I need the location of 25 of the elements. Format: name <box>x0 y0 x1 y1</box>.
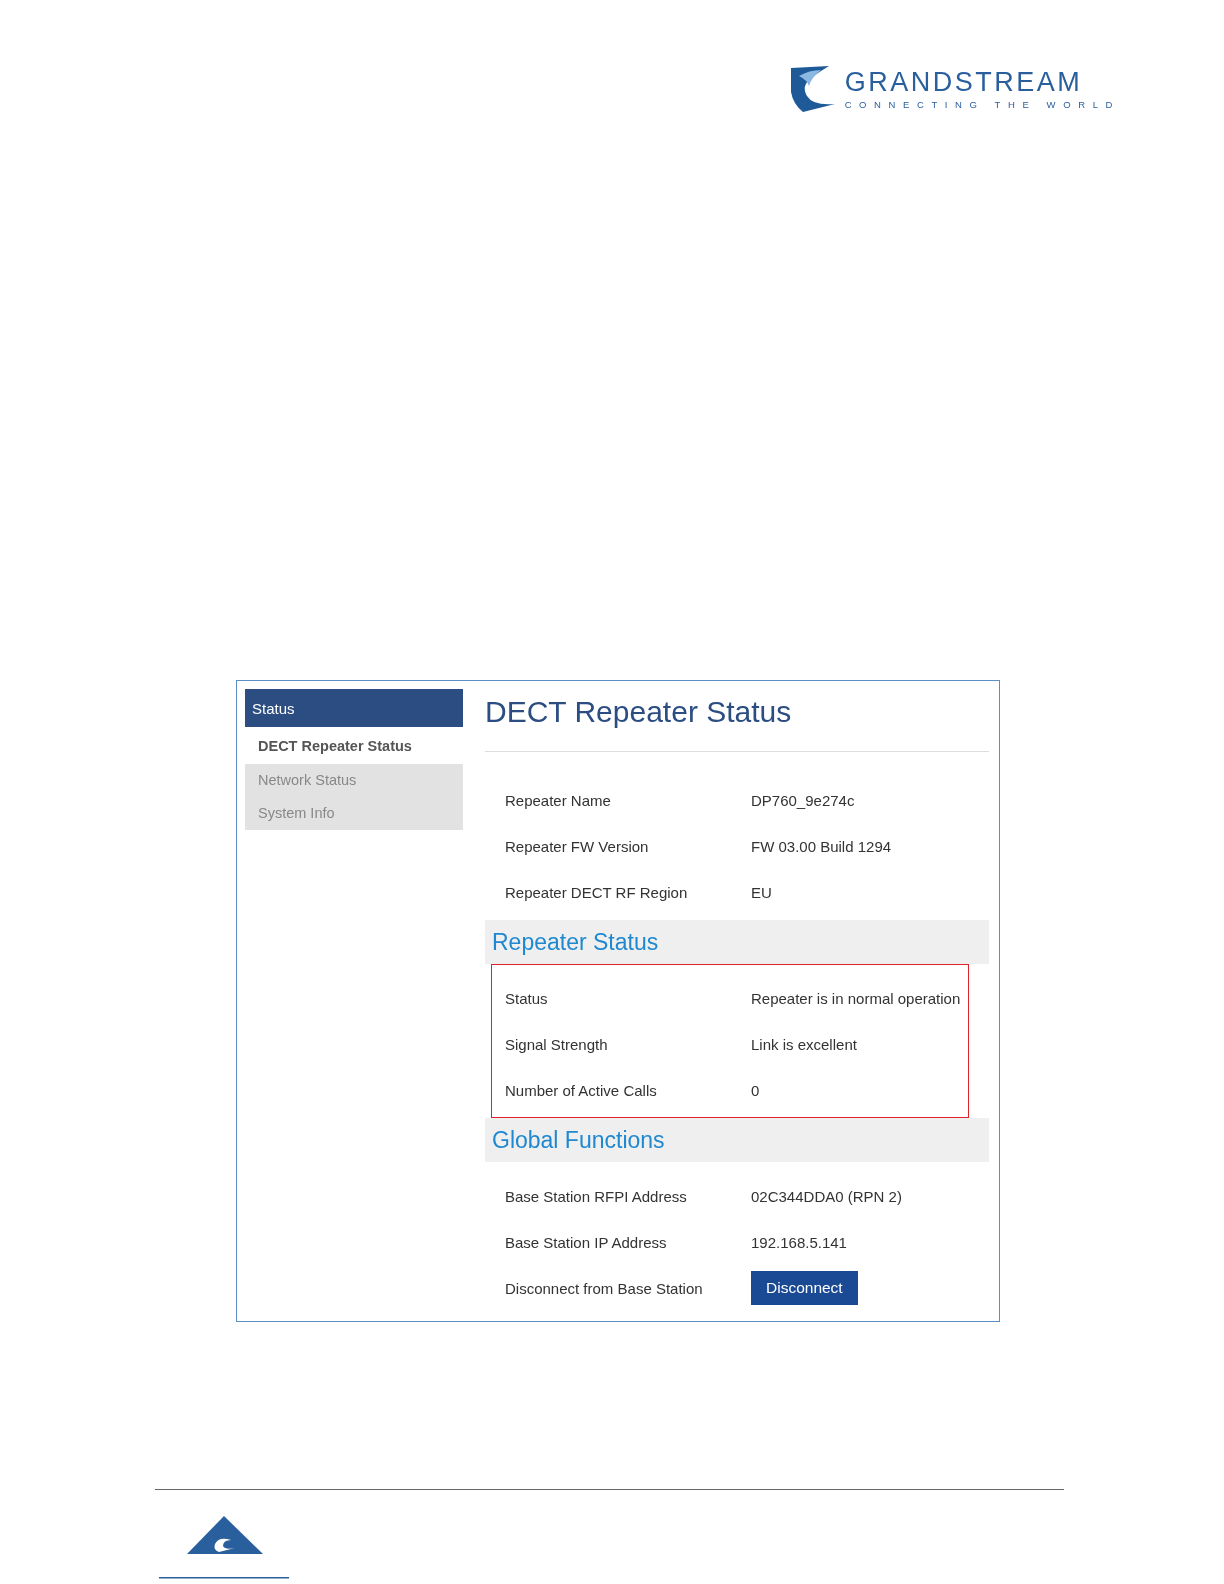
field-label: Repeater FW Version <box>505 837 650 855</box>
field-value: 192.168.5.141 <box>751 1233 847 1251</box>
field-value: Link is excellent <box>751 1035 857 1053</box>
field-value: 02C344DDA0 (RPN 2) <box>751 1187 902 1205</box>
field-label: Base Station RFPI Address <box>505 1187 688 1205</box>
field-label: Status <box>505 989 549 1007</box>
field-label: Number of Active Calls <box>505 1081 658 1099</box>
field-label: Signal Strength <box>505 1035 609 1053</box>
field-label: Disconnect from Base Station <box>505 1279 704 1297</box>
sidebar-header[interactable]: Status <box>245 689 463 727</box>
footer-logo-icon <box>159 1514 289 1580</box>
field-value: Repeater is in normal operation <box>751 989 961 1007</box>
field-label: Repeater DECT RF Region <box>505 883 689 901</box>
field-label: Base Station IP Address <box>505 1233 668 1251</box>
page-title: DECT Repeater Status <box>485 689 989 752</box>
field-value: 0 <box>751 1081 760 1099</box>
section-heading: Repeater Status <box>485 920 989 964</box>
field-label: Repeater Name <box>505 791 612 809</box>
field-value: FW 03.00 Build 1294 <box>751 837 892 855</box>
field-value: EU <box>751 883 772 901</box>
disconnect-button[interactable]: Disconnect <box>751 1271 858 1305</box>
brand-tagline: CONNECTING THE WORLD <box>844 99 1120 110</box>
field-value: DP760_9e274c <box>751 791 855 809</box>
brand-name: GRANDSTREAM <box>844 68 1084 96</box>
section-heading: Global Functions <box>485 1118 989 1162</box>
